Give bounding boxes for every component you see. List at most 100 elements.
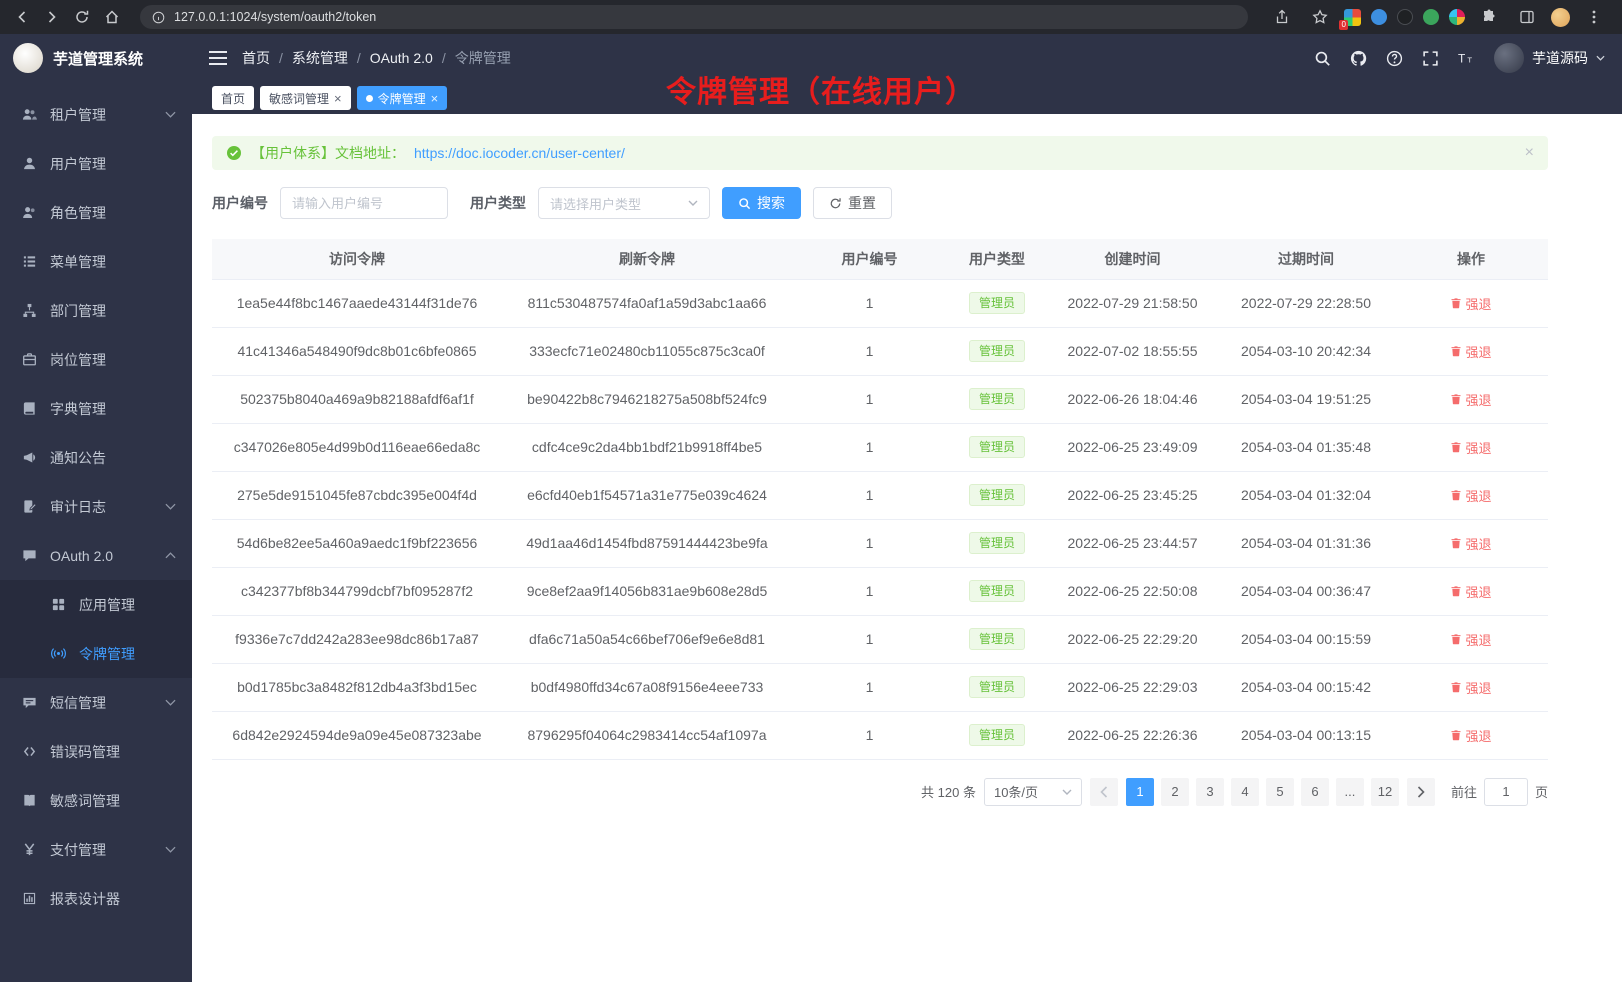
font-size-icon[interactable]: TT: [1458, 50, 1475, 67]
sidebar-item-9[interactable]: OAuth 2.0: [0, 531, 192, 580]
sidebar-item-11[interactable]: 令牌管理: [0, 629, 192, 678]
table-row: f9336e7c7dd242a283ee98dc86b17a87dfa6c71a…: [212, 615, 1548, 663]
view-tag[interactable]: 令牌管理 ×: [357, 86, 448, 110]
bookmark-star-icon[interactable]: [1306, 3, 1334, 31]
reset-button[interactable]: 重置: [813, 187, 892, 219]
user-id-input[interactable]: [280, 187, 448, 219]
sidebar-item-3[interactable]: 菜单管理: [0, 237, 192, 286]
close-icon[interactable]: ×: [1525, 145, 1534, 161]
search-icon[interactable]: [1314, 50, 1331, 67]
errcode-icon: [21, 744, 37, 760]
column-header-6: 操作: [1394, 239, 1548, 279]
search-button[interactable]: 搜索: [722, 187, 801, 219]
goto-page-input[interactable]: [1484, 778, 1528, 806]
back-icon[interactable]: [8, 3, 36, 31]
help-icon[interactable]: [1386, 50, 1403, 67]
user-menu[interactable]: 芋道源码: [1494, 43, 1605, 73]
sidebar-item-10[interactable]: 应用管理: [0, 580, 192, 629]
sidebar-item-0[interactable]: 租户管理: [0, 90, 192, 139]
force-logout-button[interactable]: 强退: [1450, 678, 1491, 697]
next-page-button[interactable]: [1407, 778, 1435, 806]
sidebar-item-6[interactable]: 字典管理: [0, 384, 192, 433]
expires-cell: 2054-03-04 19:51:25: [1218, 375, 1394, 423]
extension-icon-dark[interactable]: [1397, 9, 1413, 25]
table-body: 1ea5e44f8bc1467aaede43144f31de76811c5304…: [212, 279, 1548, 759]
created-cell: 2022-06-25 23:45:25: [1047, 471, 1218, 519]
page-button-1[interactable]: 1: [1126, 778, 1154, 806]
uid-cell: 1: [792, 279, 947, 327]
refresh-cell: b0df4980ffd34c67a08f9156e4eee733: [502, 663, 792, 711]
sidebar-item-12[interactable]: 短信管理: [0, 678, 192, 727]
extension-icon-green[interactable]: [1423, 9, 1439, 25]
forward-icon[interactable]: [38, 3, 66, 31]
page-button-12[interactable]: 12: [1371, 778, 1399, 806]
user-type-cell: 管理员: [947, 327, 1047, 375]
view-tag[interactable]: 敏感词管理 ×: [260, 86, 351, 110]
table-row: 54d6be82ee5a460a9aedc1f9bf22365649d1aa46…: [212, 519, 1548, 567]
force-logout-button[interactable]: 强退: [1450, 390, 1491, 409]
column-header-2: 用户编号: [792, 239, 947, 279]
page-button-2[interactable]: 2: [1161, 778, 1189, 806]
force-logout-button[interactable]: 强退: [1450, 582, 1491, 601]
extension-icon-blue[interactable]: [1371, 9, 1387, 25]
extension-icon-colorful[interactable]: [1449, 9, 1465, 25]
close-icon[interactable]: ×: [431, 92, 439, 105]
force-logout-button[interactable]: 强退: [1450, 726, 1491, 745]
site-info-icon: [152, 11, 165, 24]
page-size-select[interactable]: 10条/页: [984, 778, 1082, 806]
breadcrumb-item: 令牌管理: [455, 48, 511, 68]
page-button-3[interactable]: 3: [1196, 778, 1224, 806]
page-button-5[interactable]: 5: [1266, 778, 1294, 806]
uid-cell: 1: [792, 471, 947, 519]
chevron-down-icon: [688, 200, 698, 206]
sidebar-item-7[interactable]: 通知公告: [0, 433, 192, 482]
address-bar[interactable]: 127.0.0.1:1024/system/oauth2/token: [140, 5, 1248, 29]
page-button-4[interactable]: 4: [1231, 778, 1259, 806]
close-icon[interactable]: ×: [334, 92, 342, 105]
trash-icon: [1450, 729, 1462, 741]
reload-icon[interactable]: [68, 3, 96, 31]
more-pages-button[interactable]: ...: [1336, 778, 1364, 806]
sidebar-item-1[interactable]: 用户管理: [0, 139, 192, 188]
column-header-1: 刷新令牌: [502, 239, 792, 279]
doc-link[interactable]: https://doc.iocoder.cn/user-center/: [414, 145, 625, 161]
github-icon[interactable]: [1350, 50, 1367, 67]
breadcrumb-item[interactable]: 系统管理 /: [292, 48, 361, 68]
user-type-select[interactable]: 请选择用户类型: [538, 187, 710, 219]
browser-menu-icon[interactable]: [1580, 3, 1608, 31]
page-button-6[interactable]: 6: [1301, 778, 1329, 806]
sidebar-item-4[interactable]: 部门管理: [0, 286, 192, 335]
share-icon[interactable]: [1268, 3, 1296, 31]
role-icon: [21, 205, 37, 221]
sidebar-item-5[interactable]: 岗位管理: [0, 335, 192, 384]
force-logout-button[interactable]: 强退: [1450, 342, 1491, 361]
app-logo[interactable]: 芋道管理系统: [0, 34, 192, 82]
view-tag[interactable]: 首页: [212, 86, 254, 110]
force-logout-button[interactable]: 强退: [1450, 294, 1491, 313]
breadcrumb-item[interactable]: OAuth 2.0 /: [370, 50, 446, 66]
force-logout-button[interactable]: 强退: [1450, 438, 1491, 457]
force-logout-button[interactable]: 强退: [1450, 534, 1491, 553]
home-icon[interactable]: [98, 3, 126, 31]
svg-text:T: T: [1458, 51, 1465, 65]
sidebar-item-13[interactable]: 错误码管理: [0, 727, 192, 776]
sidebar-item-16[interactable]: 报表设计器: [0, 874, 192, 923]
extension-grid-icon[interactable]: 0: [1344, 9, 1361, 26]
force-logout-button[interactable]: 强退: [1450, 486, 1491, 505]
access-cell: 1ea5e44f8bc1467aaede43144f31de76: [212, 279, 502, 327]
hamburger-icon[interactable]: [209, 51, 227, 65]
sidebar-item-14[interactable]: 敏感词管理: [0, 776, 192, 825]
sidebar-item-2[interactable]: 角色管理: [0, 188, 192, 237]
sidebar-item-8[interactable]: 审计日志: [0, 482, 192, 531]
user-type-cell: 管理员: [947, 615, 1047, 663]
browser-profile-avatar[interactable]: [1551, 8, 1570, 27]
user-type-badge: 管理员: [969, 436, 1025, 458]
prev-page-button[interactable]: [1090, 778, 1118, 806]
user-type-cell: 管理员: [947, 663, 1047, 711]
breadcrumb-item[interactable]: 首页 /: [242, 48, 283, 68]
side-panel-icon[interactable]: [1513, 3, 1541, 31]
fullscreen-icon[interactable]: [1422, 50, 1439, 67]
extensions-puzzle-icon[interactable]: [1475, 3, 1503, 31]
sidebar-item-15[interactable]: 支付管理: [0, 825, 192, 874]
force-logout-button[interactable]: 强退: [1450, 630, 1491, 649]
